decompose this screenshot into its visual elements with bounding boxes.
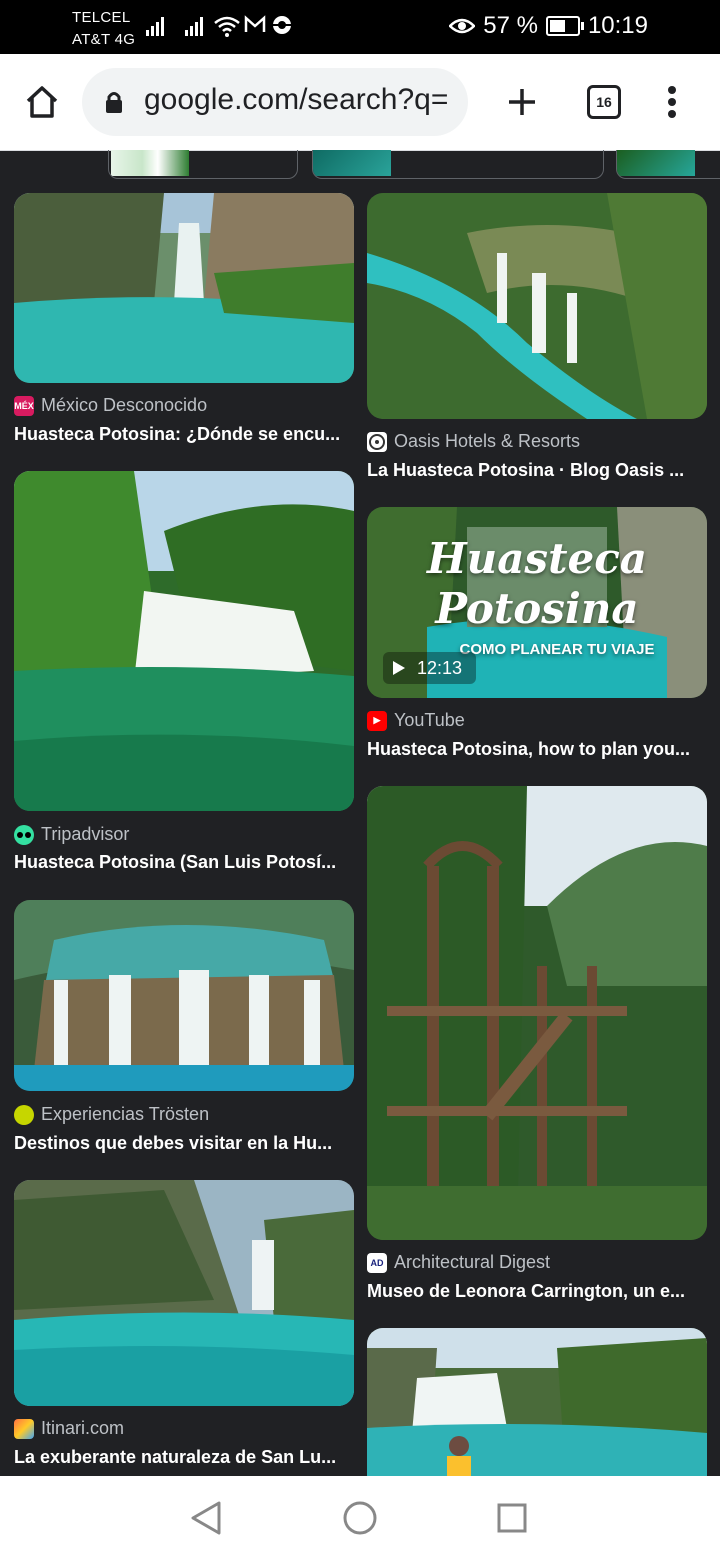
wifi-icon xyxy=(214,16,240,37)
related-search-chip[interactable] xyxy=(312,150,604,179)
video-overlay-title-line2: Potosina xyxy=(435,584,639,633)
result-source: Itinari.com xyxy=(14,1418,124,1439)
source-name: Architectural Digest xyxy=(394,1252,551,1272)
recents-button[interactable] xyxy=(492,1498,532,1538)
status-bar: TELCEL AT&T 4G 57 % 10:19 xyxy=(0,0,720,54)
clock: 10:19 xyxy=(587,12,648,39)
source-name: Itinari.com xyxy=(41,1418,125,1438)
favicon-icon xyxy=(14,1104,34,1125)
waterfall-canyon-image xyxy=(14,193,354,383)
source-name: Experiencias Trösten xyxy=(41,1104,210,1124)
result-title[interactable]: Huasteca Potosina: ¿Dónde se encu... xyxy=(14,424,344,445)
sync-icon xyxy=(273,16,291,34)
result-image[interactable] xyxy=(14,471,354,811)
result-image[interactable] xyxy=(367,1328,707,1498)
youtube-icon: ▶ xyxy=(367,710,387,731)
video-duration: 12:13 xyxy=(417,657,463,678)
battery-percent: 57 % xyxy=(483,12,538,39)
jungle-sculpture-image xyxy=(367,786,707,1240)
lock-icon xyxy=(106,92,122,113)
result-source: AD Architectural Digest xyxy=(367,1252,550,1273)
source-name: Oasis Hotels & Resorts xyxy=(394,431,581,451)
carrier-network: AT&T 4G xyxy=(72,31,136,48)
green-waterfall-image xyxy=(14,471,354,811)
omnibox[interactable]: google.com/search?q= xyxy=(82,68,468,136)
source-name: Tripadvisor xyxy=(41,824,130,844)
result-video-thumbnail[interactable]: Huasteca Potosina COMO PLANEAR TU VIAJE … xyxy=(367,507,707,698)
chip-thumbnail xyxy=(617,150,695,176)
system-nav-bar xyxy=(0,1476,720,1560)
status-right: 57 % 10:19 xyxy=(449,12,648,40)
new-tab-button[interactable] xyxy=(498,78,546,126)
oasis-logo-icon xyxy=(367,431,387,452)
source-name: México Desconocido xyxy=(41,395,208,415)
url-text[interactable]: google.com/search?q= xyxy=(144,83,448,117)
source-name: YouTube xyxy=(394,710,465,730)
signal-icon xyxy=(146,17,164,36)
back-button[interactable] xyxy=(186,1498,226,1538)
river-canyon-image xyxy=(14,1180,354,1406)
result-title[interactable]: Huasteca Potosina, how to plan you... xyxy=(367,739,697,760)
result-title[interactable]: Huasteca Potosina (San Luis Potosí... xyxy=(14,852,344,873)
favicon-icon: MÉX xyxy=(14,395,34,416)
video-duration-badge: 12:13 xyxy=(383,652,477,684)
result-image[interactable] xyxy=(14,900,354,1091)
result-title[interactable]: La Huasteca Potosina · Blog Oasis ... xyxy=(367,460,697,481)
browser-toolbar: google.com/search?q= 16 xyxy=(0,54,720,151)
related-search-chip[interactable] xyxy=(616,150,720,179)
tab-switcher-icon: 16 xyxy=(587,85,621,119)
result-source: ▶ YouTube xyxy=(367,710,465,731)
eye-icon xyxy=(449,18,476,34)
play-icon xyxy=(393,661,405,675)
result-title[interactable]: Museo de Leonora Carrington, un e... xyxy=(367,1281,697,1302)
aerial-river-image xyxy=(367,193,707,419)
result-image[interactable] xyxy=(367,193,707,419)
home-circle-icon xyxy=(343,1501,377,1535)
carrier-info: TELCEL AT&T 4G xyxy=(72,7,135,51)
home-nav-button[interactable] xyxy=(340,1498,380,1538)
signal-icon xyxy=(185,17,203,36)
waterfall-person-image xyxy=(367,1328,707,1498)
related-search-chip[interactable] xyxy=(108,150,298,179)
back-triangle-icon xyxy=(191,1501,221,1535)
tripadvisor-icon xyxy=(14,824,34,845)
home-icon xyxy=(26,86,58,118)
result-title[interactable]: Destinos que debes visitar en la Hu... xyxy=(14,1133,344,1154)
result-image[interactable] xyxy=(367,786,707,1240)
result-image[interactable] xyxy=(14,193,354,383)
favicon-icon xyxy=(14,1418,34,1439)
result-source: MÉX México Desconocido xyxy=(14,395,207,416)
home-button[interactable] xyxy=(18,78,66,126)
result-source: Tripadvisor xyxy=(14,824,129,845)
battery-icon xyxy=(545,16,584,36)
result-source: Experiencias Trösten xyxy=(14,1104,209,1125)
video-overlay-title-line1: Huasteca xyxy=(427,534,647,583)
carrier-name: TELCEL xyxy=(72,9,131,26)
gmail-icon xyxy=(244,15,266,32)
result-source: Oasis Hotels & Resorts xyxy=(367,431,580,452)
new-tab-icon xyxy=(509,89,535,115)
recents-square-icon xyxy=(497,1503,527,1533)
result-title[interactable]: La exuberante naturaleza de San Lu... xyxy=(14,1447,344,1468)
favicon-icon: AD xyxy=(367,1252,387,1273)
more-vert-icon xyxy=(668,86,676,118)
result-image[interactable] xyxy=(14,1180,354,1406)
battery-fill xyxy=(549,20,565,32)
chip-thumbnail xyxy=(111,150,189,176)
chip-thumbnail xyxy=(313,150,391,176)
tab-switcher-button[interactable]: 16 xyxy=(580,78,628,126)
aerial-waterfalls-image xyxy=(14,900,354,1091)
more-menu-button[interactable] xyxy=(648,78,696,126)
